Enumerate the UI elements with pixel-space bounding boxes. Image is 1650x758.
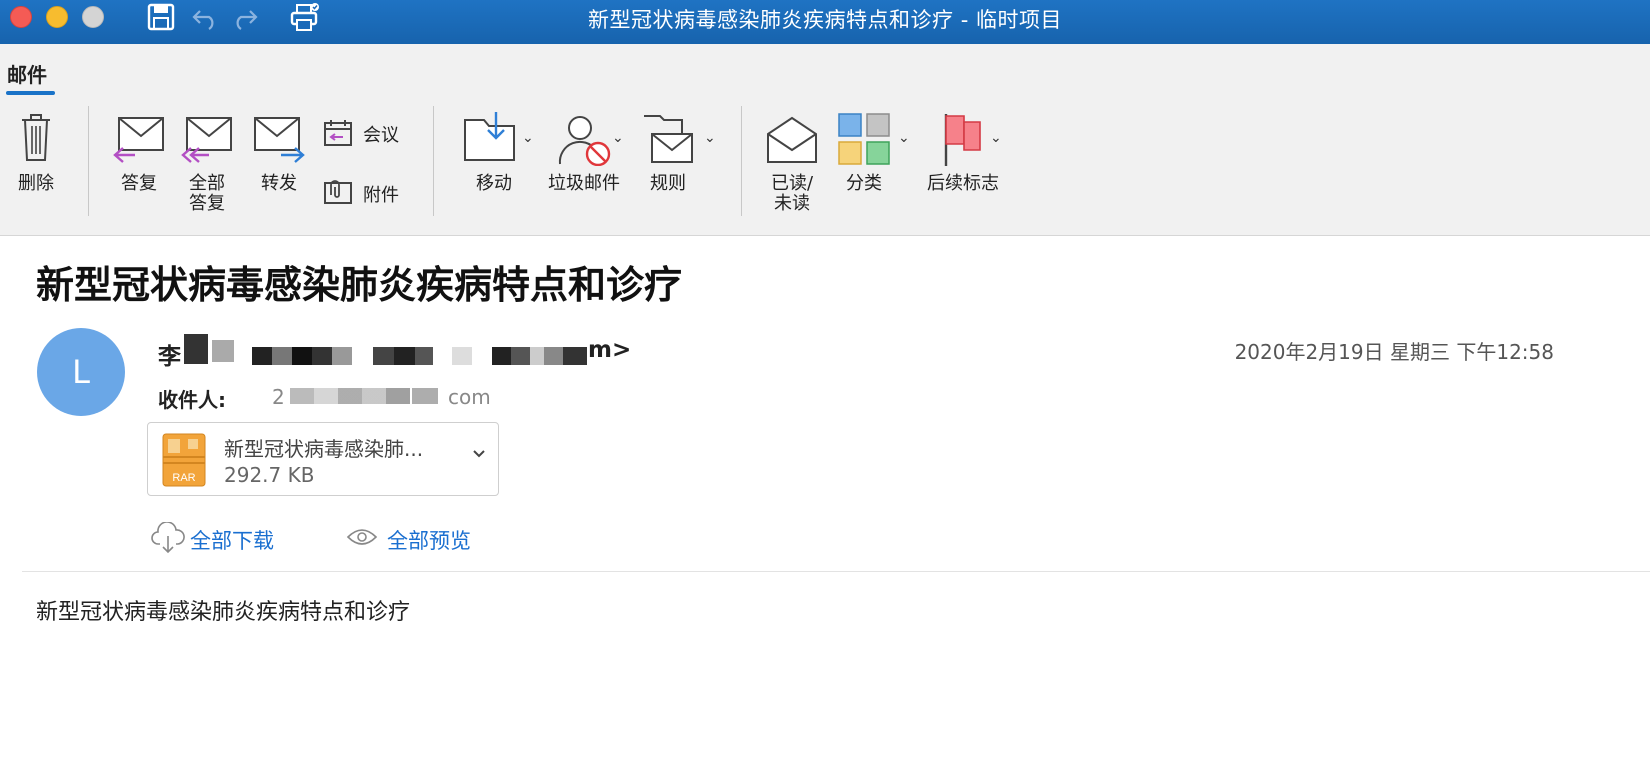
meeting-label[interactable]: 会议: [363, 121, 399, 147]
chevron-down-icon[interactable]: [472, 449, 486, 459]
categorize-button[interactable]: 分类: [834, 112, 894, 194]
forward-label: 转发: [261, 173, 297, 194]
to-label: 收件人:: [158, 388, 226, 412]
categorize-label: 分类: [846, 173, 882, 194]
move-label: 移动: [476, 173, 512, 194]
attach-label[interactable]: 附件: [363, 181, 399, 207]
junk-button[interactable]: 垃圾邮件: [548, 112, 624, 194]
junk-label: 垃圾邮件: [548, 173, 620, 194]
rules-dropdown-chevron-down-icon[interactable]: ⌄: [704, 130, 716, 146]
message-body: 新型冠状病毒感染肺炎疾病特点和诊疗: [36, 600, 411, 625]
recipient-fragment-start: 2: [272, 385, 285, 409]
title-bar: 新型冠状病毒感染肺炎疾病特点和诊疗 - 临时项目: [0, 0, 1650, 44]
read-unread-button[interactable]: 已读/ 未读: [762, 114, 822, 214]
recipient-address[interactable]: 2: [272, 385, 285, 409]
follow-up-button[interactable]: 后续标志: [922, 110, 1004, 194]
follow-up-dropdown-chevron-down-icon[interactable]: ⌄: [990, 130, 1002, 146]
move-dropdown-chevron-down-icon[interactable]: ⌄: [522, 130, 534, 146]
message-date: 2020年2月19日 星期三 下午12:58: [1234, 340, 1554, 364]
sender-prefix: 李: [158, 344, 181, 370]
rar-archive-icon: RAR: [162, 433, 206, 487]
message-subject: 新型冠状病毒感染肺炎疾病特点和诊疗: [36, 263, 683, 307]
reply-all-label-2: 答复: [189, 193, 225, 214]
rules-button[interactable]: 规则: [636, 110, 700, 194]
ribbon-separator: [433, 106, 434, 216]
ribbon-separator: [741, 106, 742, 216]
meeting-icon[interactable]: [323, 118, 353, 148]
reply-all-button[interactable]: 全部 答复: [178, 114, 236, 214]
categorize-dropdown-chevron-down-icon[interactable]: ⌄: [898, 130, 910, 146]
ribbon-separator: [88, 106, 89, 216]
follow-up-label: 后续标志: [927, 173, 999, 194]
sender-suffix: m>: [588, 337, 632, 363]
ribbon-toolbar: 邮件 删除 答复 全部 答复 转发 会议 附件 移动 ⌄ 垃圾邮件 ⌄ 规则 ⌄…: [0, 44, 1650, 236]
categorize-icon: [838, 113, 890, 165]
junk-icon: [558, 116, 611, 166]
recipient-fragment-end: com: [448, 385, 491, 409]
rules-icon: [644, 115, 693, 163]
attachment-size: 292.7 KB: [224, 463, 315, 487]
attachment-card[interactable]: RAR 新型冠状病毒感染肺... 292.7 KB: [147, 422, 499, 496]
reply-icon: [113, 117, 164, 163]
open-envelope-icon: [767, 116, 817, 163]
sender-name[interactable]: 李: [158, 337, 181, 371]
trash-icon: [22, 114, 50, 161]
forward-icon: [254, 117, 305, 163]
attach-icon[interactable]: [323, 177, 353, 205]
forward-button[interactable]: 转发: [250, 114, 308, 194]
download-all-link[interactable]: 全部下载: [190, 525, 274, 555]
read-unread-label-2: 未读: [774, 193, 810, 214]
delete-button[interactable]: 删除: [14, 112, 58, 194]
reply-all-label-1: 全部: [189, 173, 225, 194]
read-unread-label-1: 已读/: [770, 173, 814, 194]
delete-label: 删除: [18, 173, 54, 194]
tab-active-indicator: [6, 91, 55, 95]
flag-icon: [944, 114, 981, 166]
junk-dropdown-chevron-down-icon[interactable]: ⌄: [612, 130, 624, 146]
rules-label: 规则: [650, 173, 686, 194]
reply-all-icon: [181, 117, 232, 163]
eye-icon[interactable]: [346, 525, 378, 549]
attachment-name: 新型冠状病毒感染肺...: [224, 437, 424, 461]
reply-label: 答复: [121, 173, 157, 194]
tab-mail[interactable]: 邮件: [7, 59, 47, 88]
move-button[interactable]: 移动: [458, 110, 530, 194]
rar-type-label: RAR: [172, 472, 195, 484]
preview-all-link[interactable]: 全部预览: [387, 525, 471, 555]
avatar: L: [37, 328, 125, 416]
move-folder-icon: [464, 112, 515, 161]
cloud-download-icon[interactable]: [151, 522, 185, 554]
window-title: 新型冠状病毒感染肺炎疾病特点和诊疗 - 临时项目: [588, 8, 1062, 32]
reply-button[interactable]: 答复: [110, 114, 168, 194]
header-divider: [22, 571, 1650, 572]
